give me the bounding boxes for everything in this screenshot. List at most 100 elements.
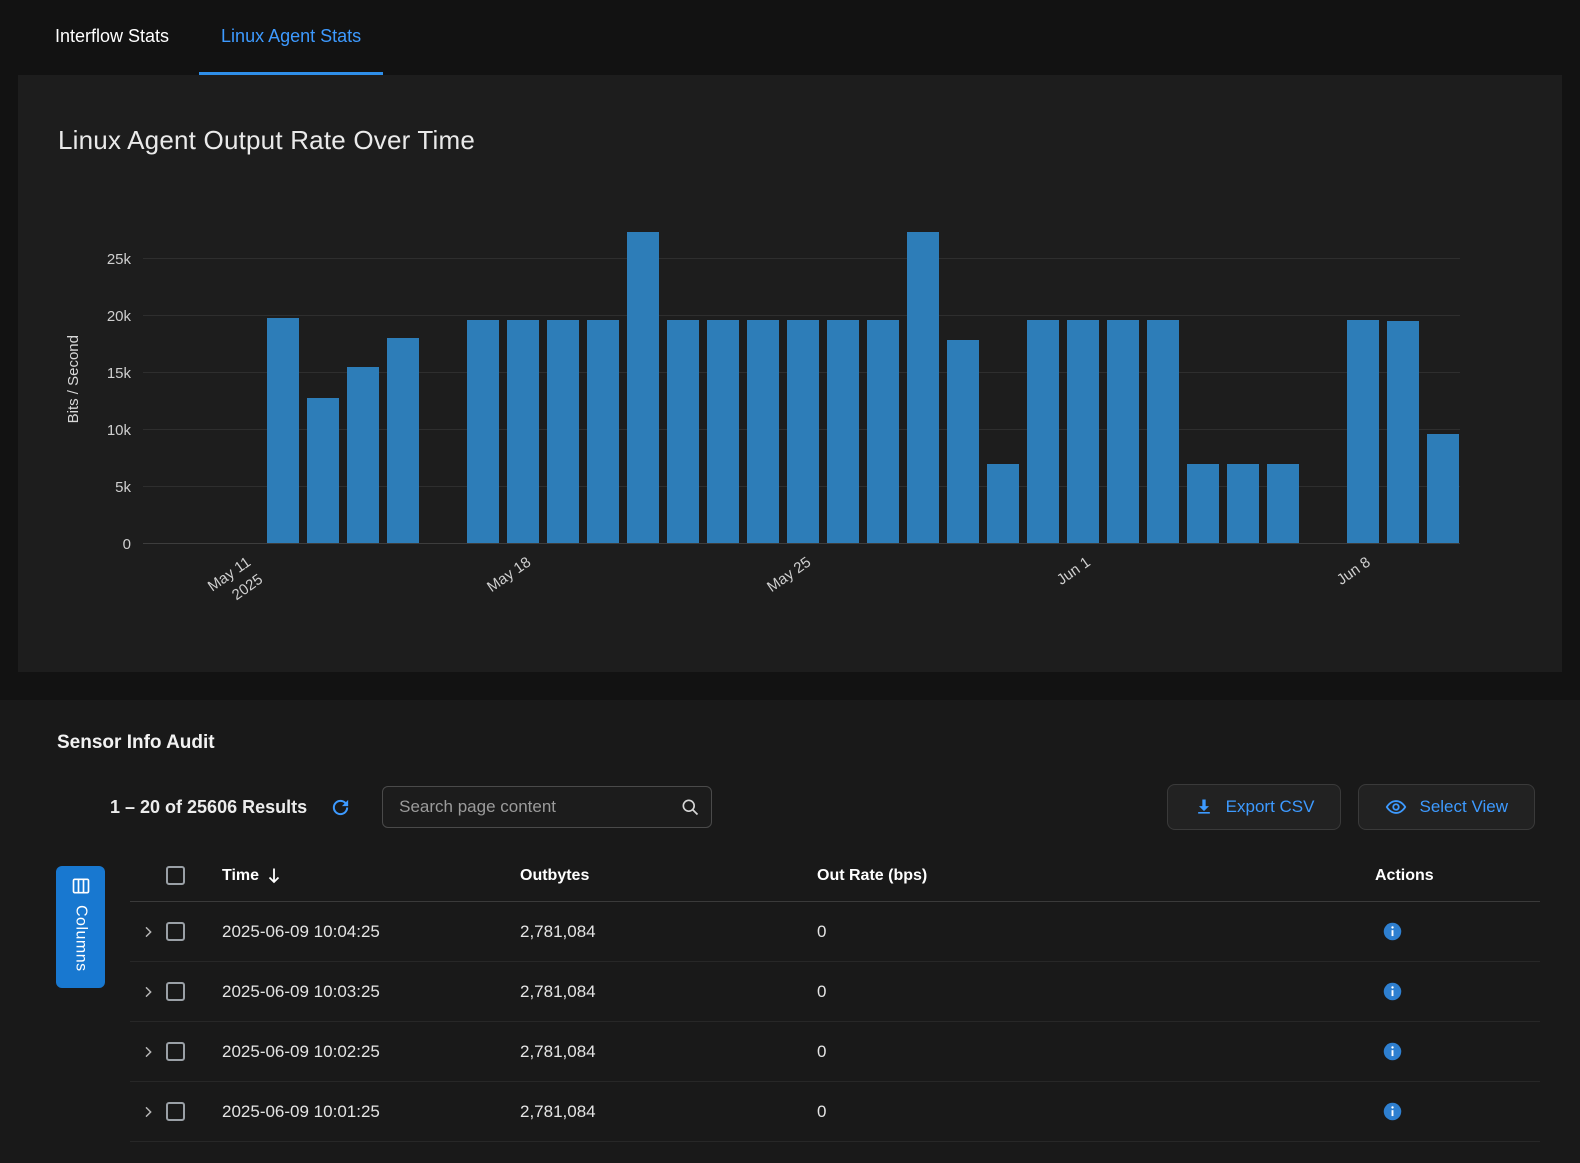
search-input[interactable] <box>382 786 712 828</box>
header-time[interactable]: Time <box>222 867 520 885</box>
chart-bar[interactable] <box>347 367 379 543</box>
chart-bar[interactable] <box>1147 320 1179 543</box>
chart-bar[interactable] <box>627 232 659 543</box>
chart-bar[interactable] <box>667 320 699 543</box>
table-header-row: Time Outbytes Out Rate (bps) Actions <box>130 850 1540 902</box>
info-icon[interactable] <box>1383 1102 1402 1121</box>
info-icon[interactable] <box>1383 922 1402 941</box>
chart-bar[interactable] <box>507 320 539 543</box>
chart-bar[interactable] <box>707 320 739 543</box>
table-row: 2025-06-09 10:01:252,781,0840 <box>130 1082 1540 1142</box>
cell-time: 2025-06-09 10:01:25 <box>222 1102 520 1122</box>
chart-bar[interactable] <box>947 340 979 543</box>
chart-bar[interactable] <box>307 398 339 543</box>
tab-label: Linux Agent Stats <box>221 26 361 47</box>
info-icon[interactable] <box>1383 982 1402 1001</box>
info-icon[interactable] <box>1383 1042 1402 1061</box>
y-tick-label: 10k <box>107 422 131 439</box>
chart-bar[interactable] <box>787 320 819 543</box>
refresh-button[interactable] <box>329 796 352 819</box>
chart-bar[interactable] <box>467 320 499 543</box>
results-toolbar: 1 – 20 of 25606 Results Export CSV <box>110 784 1535 830</box>
chart-bar[interactable] <box>267 318 299 543</box>
row-checkbox[interactable] <box>166 982 185 1001</box>
chart-bar[interactable] <box>387 338 419 543</box>
cell-outbytes: 2,781,084 <box>520 1102 817 1122</box>
cell-time: 2025-06-09 10:03:25 <box>222 982 520 1002</box>
chart-y-axis-labels: 05k10k15k20k25k <box>88 214 143 544</box>
cell-outbytes: 2,781,084 <box>520 922 817 942</box>
chart-bar[interactable] <box>1067 320 1099 543</box>
cell-out-rate: 0 <box>817 982 1330 1002</box>
tab-linux-agent-stats[interactable]: Linux Agent Stats <box>199 0 383 75</box>
header-outbytes[interactable]: Outbytes <box>520 867 817 885</box>
cell-out-rate: 0 <box>817 1042 1330 1062</box>
chart-bar[interactable] <box>1187 464 1219 543</box>
columns-button[interactable]: Columns <box>56 866 105 988</box>
expand-row-icon[interactable] <box>140 924 156 940</box>
y-tick-label: 20k <box>107 308 131 325</box>
header-actions: Actions <box>1330 867 1540 885</box>
cell-outbytes: 2,781,084 <box>520 1042 817 1062</box>
chart-bar[interactable] <box>1267 464 1299 543</box>
expand-row-icon[interactable] <box>140 1044 156 1060</box>
header-time-label: Time <box>222 867 259 885</box>
chart-bar[interactable] <box>1347 320 1379 543</box>
y-tick-label: 25k <box>107 251 131 268</box>
x-tick-label: May 11 2025 <box>204 552 267 614</box>
chart-plot: May 11 2025May 18May 25Jun 1Jun 8 <box>143 214 1460 544</box>
chart-bar[interactable] <box>1027 320 1059 543</box>
gridline <box>143 258 1460 259</box>
header-out-rate[interactable]: Out Rate (bps) <box>817 867 1330 885</box>
table-row: 2025-06-09 10:02:252,781,0840 <box>130 1022 1540 1082</box>
gridline <box>143 315 1460 316</box>
expand-row-icon[interactable] <box>140 1104 156 1120</box>
y-axis-title-text: Bits / Second <box>65 335 82 423</box>
chart-bar[interactable] <box>587 320 619 543</box>
export-csv-button[interactable]: Export CSV <box>1167 784 1342 830</box>
chart-bar[interactable] <box>1387 321 1419 543</box>
chart-bar[interactable] <box>547 320 579 543</box>
x-tick-label: May 25 <box>763 552 815 597</box>
y-axis-title: Bits / Second <box>58 214 88 544</box>
audit-table-body: 2025-06-09 10:04:252,781,0840 2025-06-09 … <box>130 902 1540 1142</box>
audit-table: Time Outbytes Out Rate (bps) Actions 202… <box>130 850 1540 1142</box>
row-checkbox[interactable] <box>166 922 185 941</box>
cell-outbytes: 2,781,084 <box>520 982 817 1002</box>
chart-bar[interactable] <box>987 464 1019 543</box>
chart-bar[interactable] <box>747 320 779 543</box>
tab-interflow-stats[interactable]: Interflow Stats <box>33 0 191 75</box>
chart-bar[interactable] <box>867 320 899 543</box>
section-title: Sensor Info Audit <box>57 732 1580 754</box>
sort-descending-icon <box>267 867 281 884</box>
chart-bar[interactable] <box>1107 320 1139 543</box>
columns-icon <box>71 876 91 896</box>
row-checkbox[interactable] <box>166 1102 185 1121</box>
y-tick-label: 5k <box>115 479 131 496</box>
search-icon[interactable] <box>680 797 700 817</box>
cell-out-rate: 0 <box>817 922 1330 942</box>
chart-panel: Linux Agent Output Rate Over Time Bits /… <box>18 75 1562 672</box>
select-view-button[interactable]: Select View <box>1358 784 1535 830</box>
search-box <box>382 786 712 828</box>
y-tick-label: 0 <box>123 536 131 553</box>
chart-bar[interactable] <box>1227 464 1259 543</box>
chart-bar[interactable] <box>827 320 859 543</box>
y-tick-label: 15k <box>107 365 131 382</box>
chart-bar[interactable] <box>907 232 939 543</box>
expand-row-icon[interactable] <box>140 984 156 1000</box>
select-all-cell <box>166 866 222 885</box>
x-tick-label: Jun 1 <box>1053 552 1095 590</box>
chart-title: Linux Agent Output Rate Over Time <box>58 125 1522 156</box>
refresh-icon <box>329 796 352 819</box>
x-tick-label: Jun 8 <box>1333 552 1375 590</box>
x-tick-label: May 18 <box>483 552 535 597</box>
output-rate-chart: Bits / Second 05k10k15k20k25k May 11 202… <box>58 214 1460 544</box>
row-checkbox[interactable] <box>166 1042 185 1061</box>
table-row: 2025-06-09 10:04:252,781,0840 <box>130 902 1540 962</box>
cell-time: 2025-06-09 10:02:25 <box>222 1042 520 1062</box>
tab-label: Interflow Stats <box>55 26 169 47</box>
select-all-checkbox[interactable] <box>166 866 185 885</box>
results-count: 1 – 20 of 25606 Results <box>110 797 307 818</box>
chart-bar[interactable] <box>1427 434 1459 543</box>
